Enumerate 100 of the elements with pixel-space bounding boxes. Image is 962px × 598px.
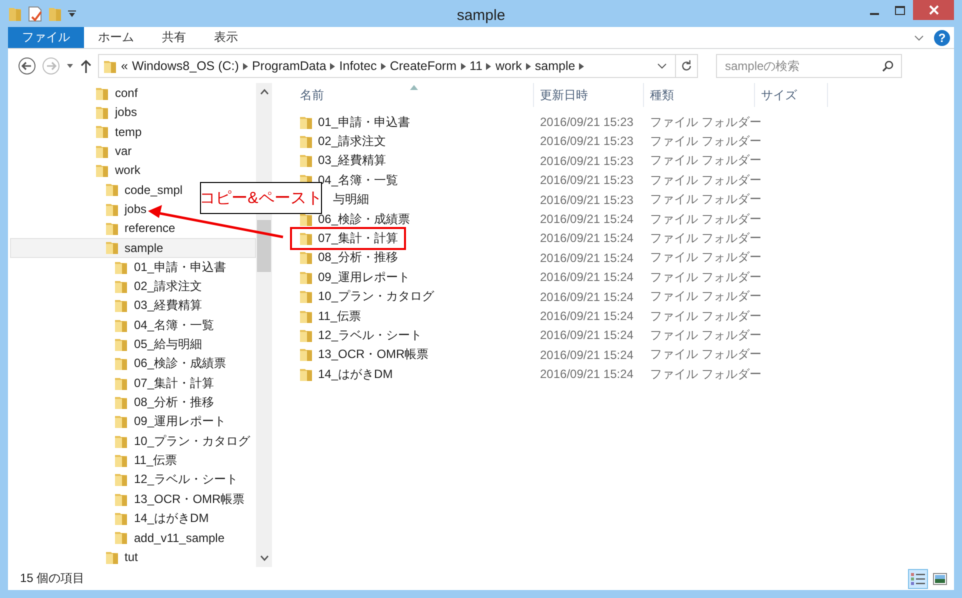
tree-item[interactable]: conf [94,83,143,103]
file-name[interactable]: 13_OCR・OMR帳票 [318,346,429,364]
tree-item-label: 07_集計・計算 [134,374,214,392]
tree-item[interactable]: 07_集計・計算 [113,374,220,393]
recent-locations-button[interactable] [66,62,74,70]
breadcrumb[interactable]: Infotec [339,59,377,74]
tree-item[interactable]: 11_伝票 [113,450,182,470]
file-name[interactable]: 11_伝票 [318,308,362,325]
file-name[interactable]: 09_運用レポート [318,268,410,286]
help-button[interactable]: ? [934,30,950,46]
tree-item-label: 08_分析・推移 [134,394,214,412]
tree-item[interactable]: 12_ラベル・シート [113,470,244,490]
overflow-chevron[interactable]: « [121,59,128,74]
tree-item[interactable]: jobs [94,102,142,122]
expand-ribbon-icon[interactable] [914,34,924,41]
file-name[interactable]: 10_プラン・カタログ [318,288,434,306]
tree-item[interactable]: 04_名簿・一覧 [113,316,220,335]
tree-item[interactable]: 05_給与明細 [113,334,208,354]
tree-item[interactable]: 13_OCR・OMR帳票 [113,490,250,509]
ribbon-tab[interactable]: ファイル [8,27,84,48]
tree-item[interactable]: 08_分析・推移 [113,392,220,412]
close-button[interactable] [913,0,954,20]
dropdown-icon[interactable] [68,10,76,18]
scroll-up-icon[interactable] [260,89,268,96]
folder-icon [104,220,118,236]
folder-icon [95,104,109,120]
tree-item[interactable]: var [94,141,137,161]
chevron-icon [380,62,386,70]
file-type: ファイル フォルダー [650,114,762,129]
modified-date: 2016/09/21 15:24 [540,367,634,382]
tree-item-label: 13_OCR・OMR帳票 [134,490,245,508]
minimize-icon [870,12,878,14]
scroll-thumb[interactable] [257,220,271,272]
tree-item[interactable]: code_smpl [104,180,188,200]
tree-item[interactable]: jobs [104,199,152,219]
tree-item[interactable]: 09_運用レポート [113,412,232,432]
scroll-down-icon[interactable] [260,555,268,561]
file-name[interactable]: 07_集計・計算 [318,230,398,247]
modified-date: 2016/09/21 15:24 [540,231,634,246]
tree-item-label: 03_経費精算 [134,297,202,314]
column-header[interactable]: 種類 [650,86,674,104]
tree-item-label: conf [115,86,138,100]
file-name[interactable]: 03_経費精算 [318,152,386,170]
up-button[interactable] [80,59,92,74]
column-header[interactable]: 更新日時 [540,86,588,104]
dropdown-icon[interactable] [657,63,667,70]
breadcrumb[interactable]: work [495,59,522,74]
sort-ascending-icon [410,85,418,90]
file-name[interactable]: 12_ラベル・シート [318,326,422,344]
tree-item[interactable]: 10_プラン・カタログ [113,432,256,451]
properties-icon[interactable] [28,6,42,22]
view-button[interactable] [908,568,928,588]
file-name[interactable]: 14_はがきDM [318,366,393,383]
folder-icon [114,530,128,546]
tree-item-label: reference [124,221,176,236]
tree-item-label: tut [124,550,138,564]
callout-label: コピー&ペースト [200,182,322,214]
file-name[interactable]: 08_分析・推移 [318,249,398,266]
tree-item[interactable]: reference [104,218,180,238]
modified-date: 2016/09/21 15:24 [540,309,634,323]
address-bar[interactable]: « Windows8_OS (C:) ProgramData Infotec CreateForm 11 work sample [98,54,698,78]
tree-item[interactable]: 01_申請・申込書 [113,258,232,277]
tree-item[interactable]: 14_はがきDM [113,508,214,528]
tree-item[interactable]: 02_請求注文 [113,276,208,296]
column-header[interactable]: サイズ [761,86,797,104]
tree-item-label: add_v11_sample [134,530,225,545]
breadcrumb[interactable]: 11 [470,59,482,74]
folder-icon [299,347,313,362]
breadcrumb[interactable]: Windows8_OS (C:) [132,59,239,74]
tree-item-label: 12_ラベル・シート [134,471,238,488]
tree-item[interactable]: sample [10,238,256,258]
folder-icon [299,270,313,285]
tree-item-label: jobs [124,202,147,216]
search-icon[interactable] [882,60,894,72]
file-name[interactable]: 02_請求注文 [318,133,386,150]
file-type: ファイル フォルダー [650,289,762,304]
file-name[interactable]: 与明細 [333,191,369,208]
tree-item[interactable]: work [94,160,146,180]
file-type: ファイル フォルダー [650,153,762,168]
tree-item[interactable]: tut [104,548,143,567]
back-button[interactable] [18,57,36,76]
file-type: ファイル フォルダー [650,172,762,187]
file-name[interactable]: 01_申請・申込書 [318,114,410,131]
folder-icon [299,328,313,343]
breadcrumb[interactable]: ProgramData [252,59,326,74]
tree-item[interactable]: 06_検診・成績票 [113,354,232,374]
tree-item[interactable]: 03_経費精算 [113,296,208,316]
chevron-icon [486,62,492,70]
tree-item-label: 09_運用レポート [134,413,226,430]
tree-item[interactable]: add_v11_sample [113,528,230,548]
tree-item[interactable]: temp [94,122,147,142]
search-field[interactable]: sampleの検索 [716,54,902,78]
modified-date: 2016/09/21 15:24 [540,270,634,284]
breadcrumb[interactable]: sample [534,59,576,74]
folder-icon [299,289,313,304]
breadcrumb[interactable]: CreateForm [390,59,456,74]
folder-icon [114,511,128,526]
column-header[interactable]: 名前 [300,86,324,104]
tree-item-label: 14_はがきDM [134,510,209,528]
tree-item-label: 02_請求注文 [134,278,202,296]
